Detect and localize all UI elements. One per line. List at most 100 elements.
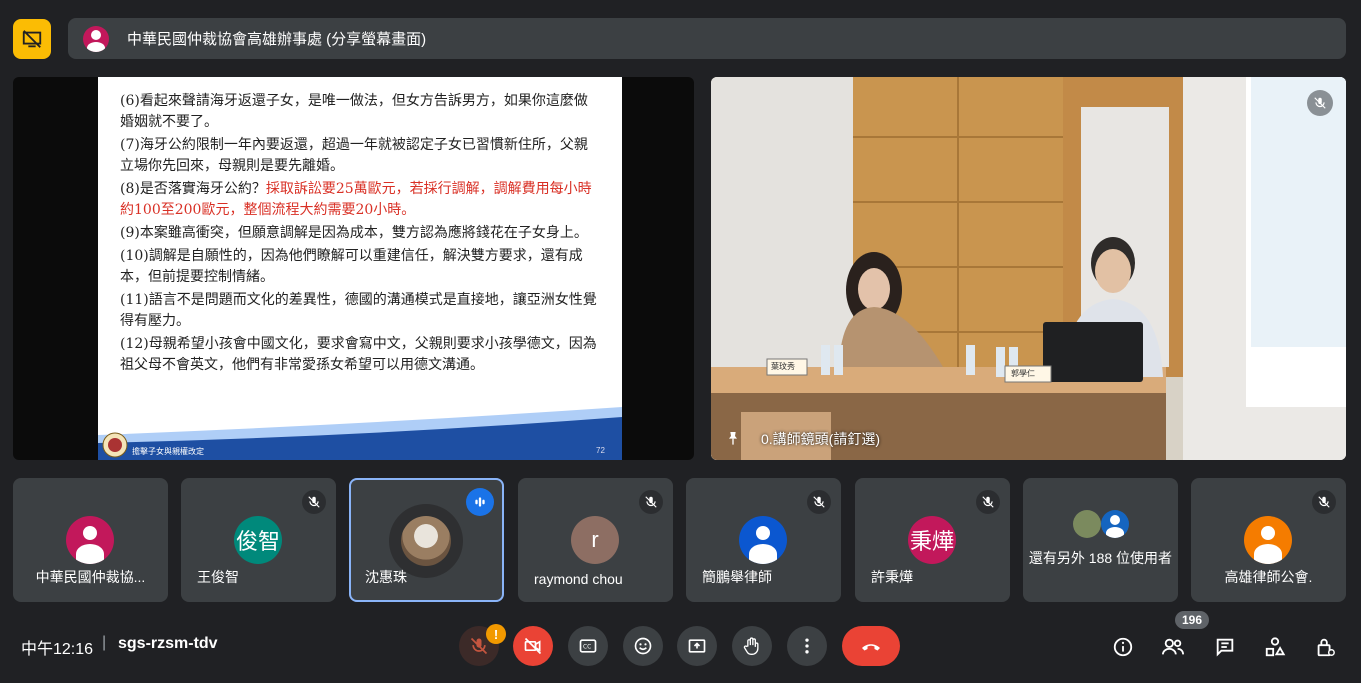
video-mic-off[interactable] [1307,90,1333,116]
participant-name: 高雄律師公會. [1224,569,1313,585]
participant-avatar: 俊智 [234,516,282,564]
participant-tile[interactable]: 沈惠珠 [349,478,504,602]
info-icon [1113,637,1133,657]
svg-text:CC: CC [583,645,591,651]
participant-initial: 秉燁 [909,529,954,554]
closed-captions-icon: CC [579,639,597,653]
speaking-indicator [466,488,494,516]
mic-off-icon [1318,496,1330,508]
presenter-avatar [83,25,109,52]
slide-paragraph-text: (8)是否落實海牙公約？ [120,181,266,197]
mic-off-icon [470,637,488,655]
slide-paragraph-text: (10)調解是自願性的，因為他們瞭解可以重建信任，解決雙方要求，還有成本，但前提… [120,248,583,285]
participant-avatar-1 [1073,510,1101,538]
present-screen-button[interactable] [677,626,717,666]
video-label: 0.講師鏡頭(請釘選) [761,431,880,447]
activities-button[interactable] [1262,634,1288,660]
presentation-off-icon [22,30,42,48]
participant-avatar: 秉燁 [908,516,956,564]
slide-paragraph: (8)是否落實海牙公約？採取訴訟要25萬歐元，若採行調解，調解費用每小時約100… [120,179,600,221]
participant-avatar [739,516,787,564]
slide-body: (6)看起來聲請海牙返還子女，是唯一做法，但女方告訴男方，如果你這麼做婚姻就不要… [120,91,600,378]
slide-paragraph-text: (9)本案雖高衝突，但願意調解是因為成本，雙方認為應將錢花在子女身上。 [120,225,588,241]
participant-name: raymond chou [534,571,623,587]
participant-tile[interactable]: 簡鵬舉律師 [686,478,841,602]
present-icon [688,639,706,653]
meeting-title: 中華民國仲裁協會高雄辦事處 (分享螢幕畫面) [127,31,427,48]
pin-icon[interactable] [725,429,741,447]
participant-tile[interactable]: 還有另外 188 位使用者 [1023,478,1178,602]
participant-mic-status [976,490,1000,514]
participant-name: 還有另外 188 位使用者 [1028,550,1173,566]
emoji-reaction-button[interactable] [623,626,663,666]
participant-name: 簡鵬舉律師 [702,569,772,585]
mic-warning-text: ! [493,626,499,642]
mic-off-icon [982,496,994,508]
hang-up-icon [862,644,880,651]
hand-icon [743,637,759,655]
emoji-icon [634,637,652,655]
participant-initial: r [591,527,599,552]
participant-name: 王俊智 [197,569,239,585]
seal-logo [102,432,128,458]
slide-page: (6)看起來聲請海牙返還子女，是唯一做法，但女方告訴男方，如果你這麼做婚姻就不要… [98,77,622,460]
slide-paragraph: (6)看起來聲請海牙返還子女，是唯一做法，但女方告訴男方，如果你這麼做婚姻就不要… [120,91,600,133]
more-options-button[interactable] [787,626,827,666]
leave-call-button[interactable] [842,626,900,666]
people-button[interactable] [1160,634,1186,660]
participant-name: 許秉燁 [871,569,913,585]
separator: | [102,634,107,651]
participant-mic-status [807,490,831,514]
no-screen-share-icon-button[interactable] [13,19,51,59]
slide-footer-label: 擔擊子女與親權改定 [132,447,204,456]
camera-off-icon [524,637,542,655]
shared-screen[interactable]: (6)看起來聲請海牙返還子女，是唯一做法，但女方告訴男方，如果你這麼做婚姻就不要… [13,77,694,460]
participant-count: 196 [1181,613,1203,627]
slide-paragraph-text: (12)母親希望小孩會中國文化，要求會寫中文，父親則要求小孩學德文，因為祖父母不… [120,336,597,373]
chat-icon [1216,638,1234,657]
slide-page-number: 72 [596,446,605,455]
participant-tile[interactable]: 中華民國仲裁協... [13,478,168,602]
activities-icon [1265,637,1286,657]
slide-paragraph-text: (11)語言不是問題而文化的差異性，德國的溝通模式是直接地，讓亞洲女性覺得有壓力… [120,292,597,329]
slide-paragraph: (12)母親希望小孩會中國文化，要求會寫中文，父親則要求小孩學德文，因為祖父母不… [120,334,600,376]
slide-paragraph: (7)海牙公約限制一年內要返還，超過一年就被認定子女已習慣新住所，父親立場你先回… [120,135,600,177]
slide-paragraph-text: (6)看起來聲請海牙返還子女，是唯一做法，但女方告訴男方，如果你這麼做婚姻就不要… [120,93,588,130]
meeting-title-bar[interactable]: 中華民國仲裁協會高雄辦事處 (分享螢幕畫面) [68,18,1346,59]
lock-person-icon [1317,638,1335,657]
participant-initial: 俊智 [235,529,280,554]
nameplate-right: 郭學仁 [1011,369,1035,378]
participant-tile[interactable]: 俊智王俊智 [181,478,336,602]
captions-button[interactable]: CC [568,626,608,666]
mic-off-icon [813,496,825,508]
participant-tile[interactable]: r raymond chou [518,478,673,602]
participant-mic-status [639,490,663,514]
host-controls-button[interactable] [1312,634,1338,660]
clock: 中午12:16 [21,641,94,658]
slide-paragraph: (10)調解是自願性的，因為他們瞭解可以重建信任，解決雙方要求，還有成本，但前提… [120,246,600,288]
chat-button[interactable] [1212,634,1238,660]
speaker-video[interactable]: 葉玟秀 郭學仁 0.講師鏡頭(請釘選) [711,77,1346,460]
participant-tile[interactable]: 秉燁許秉燁 [855,478,1010,602]
meeting-code: sgs-rzsm-tdv [118,635,218,652]
participant-avatar-2 [1101,510,1129,538]
nameplate-left: 葉玟秀 [771,362,795,371]
people-icon [1162,638,1184,655]
participant-name: 沈惠珠 [365,569,407,585]
meeting-details-button[interactable] [1110,634,1136,660]
more-vert-icon [805,638,809,654]
video-frame [711,77,1346,460]
participant-tile[interactable]: 高雄律師公會. [1191,478,1346,602]
participant-count-badge: 196 [1175,611,1209,629]
mic-off-icon [308,496,320,508]
participant-name: 中華民國仲裁協... [35,569,146,585]
participant-mic-status [302,490,326,514]
camera-toggle-button[interactable] [513,626,553,666]
participant-avatar [66,516,114,564]
raise-hand-button[interactable] [732,626,772,666]
participant-avatar [1244,516,1292,564]
participant-mic-status [1312,490,1336,514]
mic-off-icon [1314,97,1326,109]
slide-paragraph: (9)本案雖高衝突，但願意調解是因為成本，雙方認為應將錢花在子女身上。 [120,223,600,244]
slide-paragraph-text: (7)海牙公約限制一年內要返還，超過一年就被認定子女已習慣新住所，父親立場你先回… [120,137,588,174]
